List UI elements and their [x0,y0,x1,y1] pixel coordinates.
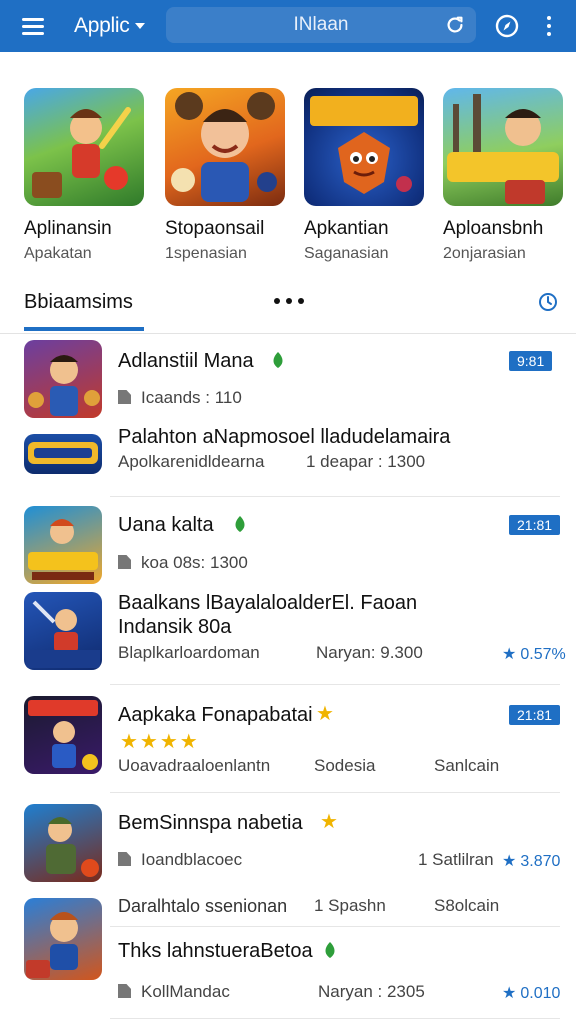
divider [110,1018,560,1019]
list-item-count: Naryan : 2305 [318,982,425,1001]
app-icon [24,434,102,474]
rating: ★ 0.57% [502,646,566,663]
list-item-title: Aapkaka Fonapabatai [118,704,313,726]
document-icon [118,852,131,866]
featured-app-subtitle: 1spenasian [165,245,247,262]
more-horiz-icon[interactable] [274,298,304,306]
list-item-meta: Apolkarenidldearna [118,452,265,471]
list-item-count: 1 deapar : 1300 [306,452,426,471]
featured-app-1[interactable]: Aplinansin Apakatan [24,88,154,262]
list-item-title: BemSinnspa nabetia [118,812,303,834]
featured-app-name: Stopaonsail [165,218,265,239]
list-item-meta: Icaands : 110 [118,388,242,408]
featured-app-name: Apkantian [304,218,389,239]
app-icon [24,340,102,418]
leaf-icon [235,516,245,532]
star-icon: ★ [502,646,517,663]
document-icon [118,390,131,404]
list-item-location: S8olcain [434,896,500,915]
featured-app-subtitle: Apakatan [24,245,92,262]
list-item-count: 1 Satlilran [418,850,494,869]
document-icon [118,984,131,998]
app-icon [24,898,102,980]
list-item-title: Thks lahnstueraBetoa [118,940,313,962]
star-rating: ★★★★ [120,731,200,753]
app-title-dropdown[interactable]: Applic [74,13,146,39]
menu-icon[interactable] [20,15,48,37]
rating: ★ 3.870 [502,853,561,870]
list-item-meta: koa 08s: 1300 [118,553,248,573]
tab-bar: Bbiaamsims [0,280,576,334]
star-icon: ★ [502,985,517,1002]
list-item-title: Baalkans lBayalaloalderEl. Faoan [118,592,418,614]
app-list: Adlanstiil Mana Icaands : 110 9:81 Palah… [0,334,576,1024]
list-item-meta: Blaplkarloardoman [118,643,260,662]
divider [110,684,560,685]
featured-app-subtitle: Saganasian [304,245,389,262]
app-icon [24,506,102,584]
list-item-meta: Ioandblacoec [118,850,242,870]
rating: ★ 0.010 [502,985,561,1002]
app-icon [24,592,102,670]
leaf-icon [325,942,335,958]
tab-indicator [24,327,144,331]
search-input[interactable] [166,7,436,43]
version-badge[interactable]: 9:81 [509,351,553,371]
app-icon [304,88,424,206]
list-item-count: Naryan: 9.300 [316,643,423,662]
star-icon: ★ [316,703,334,725]
list-item-count: 1 Spashn [314,896,386,915]
compass-icon[interactable] [494,13,520,39]
list-item-title-line2: Indansik 80a [118,616,232,638]
list-item-meta: Uoavadraaloenlantn [118,756,271,775]
star-icon: ★ [502,853,517,870]
list-item-meta: KollMandac [118,982,230,1002]
search-box [166,7,476,43]
refresh-icon[interactable] [444,14,466,36]
list-item-title: Palahton aNapmosoel lladudelamaira [118,426,451,448]
list-item-location: Sanlcain [434,756,500,775]
version-badge[interactable]: 21:81 [509,705,561,725]
app-icon [443,88,563,206]
star-icon: ★ [320,811,338,833]
app-bar: Applic [0,0,576,52]
more-vert-icon[interactable] [543,14,555,38]
clock-icon[interactable] [538,292,558,312]
list-item-title: Uana kalta [118,514,214,536]
app-icon [24,696,102,774]
list-item-category: Sodesia [314,756,376,775]
document-icon [118,555,131,569]
app-icon [24,804,102,882]
leaf-icon [273,352,283,368]
divider [110,792,560,793]
chevron-down-icon [135,23,146,29]
version-badge[interactable]: 21:81 [509,515,561,535]
app-icon [24,88,144,206]
app-icon [165,88,285,206]
list-item-title: Adlanstiil Mana [118,350,254,372]
tab-active[interactable]: Bbiaamsims [24,291,133,314]
list-item-title: Daralhtalo ssenionan [118,896,288,916]
featured-app-name: Aplinansin [24,218,112,239]
featured-apps: Aplinansin Apakatan Stopaonsail 1spenasi… [0,88,576,268]
divider [110,496,560,497]
featured-app-name: Aploansbnh [443,218,544,239]
featured-app-subtitle: 2onjarasian [443,245,526,262]
featured-app-2[interactable]: Stopaonsail 1spenasian [165,88,295,262]
featured-app-3[interactable]: Apkantian Saganasian [304,88,434,262]
featured-app-4[interactable]: Aploansbnh 2onjarasian [443,88,573,262]
divider [110,926,560,927]
app-title: Applic [74,14,130,37]
